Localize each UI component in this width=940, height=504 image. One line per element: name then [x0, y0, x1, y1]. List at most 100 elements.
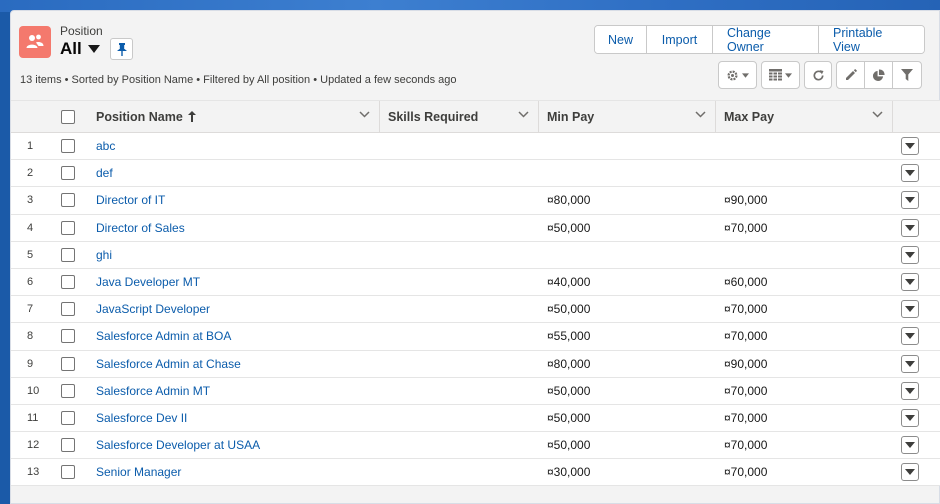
- column-header-position-name[interactable]: Position Name: [88, 101, 380, 133]
- position-name-cell: Senior Manager: [88, 458, 380, 487]
- table-row: 10 Salesforce Admin MT ¤50,000 ¤70,000: [11, 377, 940, 405]
- row-actions-cell: [893, 132, 940, 161]
- pin-icon: [116, 42, 127, 56]
- chevron-down-icon[interactable]: [695, 111, 706, 118]
- row-select-cell: [55, 458, 88, 487]
- max-pay-cell: ¤70,000: [716, 214, 893, 242]
- row-actions-button[interactable]: [901, 164, 919, 183]
- row-actions-button[interactable]: [901, 191, 919, 210]
- new-button[interactable]: New: [595, 26, 647, 53]
- change-owner-button[interactable]: Change Owner: [713, 26, 819, 53]
- row-actions-button[interactable]: [901, 137, 919, 156]
- min-pay-cell: ¤50,000: [539, 431, 716, 460]
- charts-button[interactable]: [865, 62, 893, 88]
- row-actions-cell: [893, 268, 940, 297]
- column-header-max-pay[interactable]: Max Pay: [716, 101, 893, 133]
- chevron-down-icon: [905, 360, 915, 367]
- max-pay-cell: ¤90,000: [716, 350, 893, 378]
- row-actions-button[interactable]: [901, 218, 919, 237]
- display-as-button[interactable]: [761, 61, 800, 89]
- position-name-cell: JavaScript Developer: [88, 295, 380, 324]
- row-actions-cell: [893, 350, 940, 378]
- position-name-link[interactable]: Salesforce Developer at USAA: [96, 438, 260, 452]
- position-name-link[interactable]: Senior Manager: [96, 465, 181, 479]
- chevron-down-icon[interactable]: [518, 111, 529, 118]
- chevron-down-icon[interactable]: [872, 111, 883, 118]
- row-actions-button[interactable]: [901, 300, 919, 319]
- inline-edit-button[interactable]: [837, 62, 865, 88]
- position-name-link[interactable]: ghi: [96, 248, 112, 262]
- row-select-checkbox[interactable]: [61, 220, 75, 235]
- min-pay-cell: ¤50,000: [539, 295, 716, 324]
- position-name-link[interactable]: Salesforce Admin at BOA: [96, 329, 231, 343]
- refresh-icon: [813, 69, 824, 81]
- table-row: 1 abc: [11, 132, 940, 161]
- position-name-link[interactable]: Salesforce Admin MT: [96, 384, 210, 398]
- import-button[interactable]: Import: [647, 26, 713, 53]
- row-actions-button[interactable]: [901, 463, 919, 482]
- list-toolbar: [718, 61, 922, 89]
- position-name-link[interactable]: Salesforce Admin at Chase: [96, 357, 241, 371]
- list-view-name: All: [60, 39, 82, 58]
- chevron-down-icon[interactable]: [359, 111, 370, 118]
- row-actions-button[interactable]: [901, 245, 919, 264]
- row-actions-button[interactable]: [901, 273, 919, 292]
- position-name-cell: ghi: [88, 241, 380, 269]
- refresh-button[interactable]: [804, 61, 832, 89]
- row-select-checkbox[interactable]: [61, 275, 75, 290]
- row-select-checkbox[interactable]: [61, 465, 75, 480]
- row-actions-cell: [893, 214, 940, 242]
- row-number: 7: [11, 295, 55, 324]
- row-actions-cell: [893, 295, 940, 324]
- max-pay-cell: [716, 132, 893, 161]
- table-row: 5 ghi: [11, 241, 940, 269]
- position-name-link[interactable]: Salesforce Dev II: [96, 411, 187, 425]
- row-select-checkbox[interactable]: [61, 410, 75, 425]
- column-header-skills-required[interactable]: Skills Required: [380, 101, 539, 133]
- row-select-checkbox[interactable]: [61, 247, 75, 262]
- list-view-controls-button[interactable]: [718, 61, 757, 89]
- position-name-link[interactable]: abc: [96, 139, 115, 153]
- list-view-picker[interactable]: All: [60, 38, 100, 60]
- position-name-link[interactable]: Director of IT: [96, 193, 165, 207]
- position-name-cell: Salesforce Admin MT: [88, 377, 380, 405]
- row-select-checkbox[interactable]: [61, 438, 75, 453]
- row-actions-button[interactable]: [901, 327, 919, 346]
- row-number: 12: [11, 431, 55, 460]
- row-actions-cell: [893, 186, 940, 215]
- row-actions-button[interactable]: [901, 354, 919, 373]
- position-name-link[interactable]: JavaScript Developer: [96, 302, 210, 316]
- position-name-link[interactable]: Director of Sales: [96, 221, 185, 235]
- min-pay-cell: ¤40,000: [539, 268, 716, 297]
- pin-list-view-button[interactable]: [110, 38, 133, 60]
- chart-icon: [872, 68, 885, 81]
- printable-view-button[interactable]: Printable View: [819, 26, 924, 53]
- max-pay-cell: ¤70,000: [716, 404, 893, 433]
- row-select-checkbox[interactable]: [61, 383, 75, 398]
- row-select-checkbox[interactable]: [61, 193, 75, 208]
- row-select-checkbox[interactable]: [61, 329, 75, 344]
- row-actions-button[interactable]: [901, 381, 919, 400]
- position-name-link[interactable]: def: [96, 166, 113, 180]
- list-view-header: Position All 13 items • Sorted by Positi…: [11, 11, 939, 100]
- select-all-checkbox[interactable]: [61, 109, 75, 124]
- chevron-down-icon: [905, 469, 915, 476]
- row-number: 13: [11, 458, 55, 487]
- sort-ascending-icon: [187, 111, 196, 122]
- skills-required-cell: [380, 431, 539, 460]
- row-actions-button[interactable]: [901, 436, 919, 455]
- filters-button[interactable]: [893, 62, 921, 88]
- chevron-down-icon: [905, 306, 915, 313]
- row-actions-button[interactable]: [901, 408, 919, 427]
- row-select-checkbox[interactable]: [61, 356, 75, 371]
- row-number: 1: [11, 132, 55, 161]
- row-select-checkbox[interactable]: [61, 166, 75, 181]
- position-name-link[interactable]: Java Developer MT: [96, 275, 200, 289]
- row-actions-cell: [893, 322, 940, 351]
- chevron-down-icon: [905, 143, 915, 150]
- column-header-min-pay[interactable]: Min Pay: [539, 101, 716, 133]
- row-select-checkbox[interactable]: [61, 302, 75, 317]
- row-select-checkbox[interactable]: [61, 139, 75, 154]
- row-select-cell: [55, 377, 88, 405]
- chevron-down-icon: [905, 333, 915, 340]
